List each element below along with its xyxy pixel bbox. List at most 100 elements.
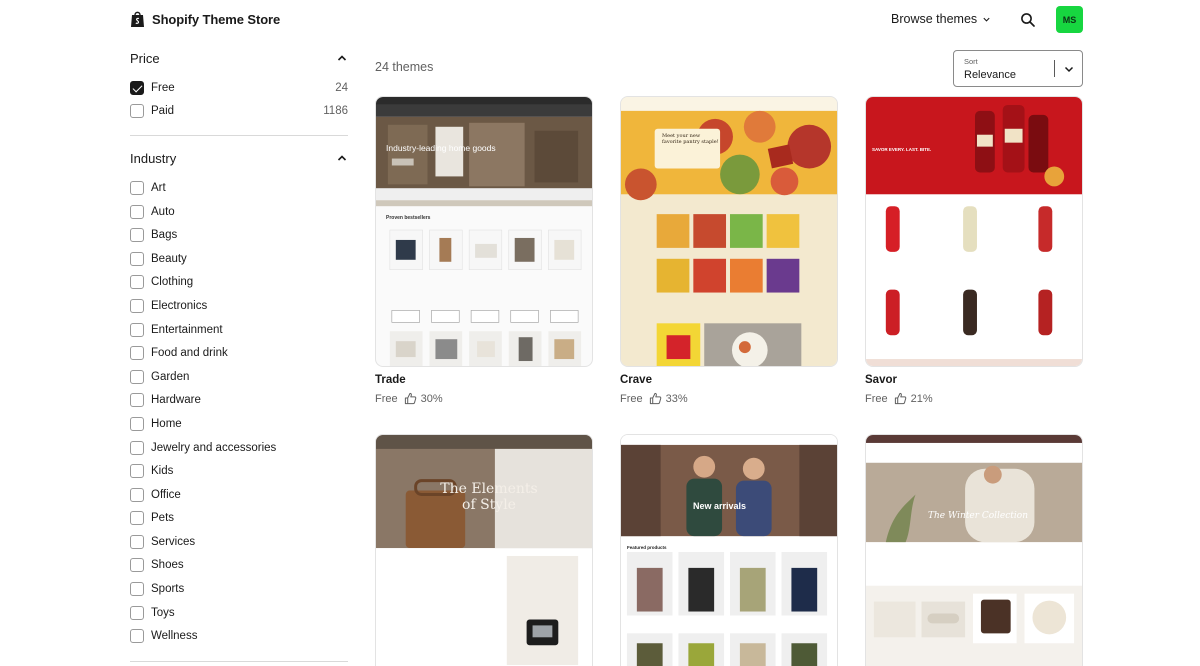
checkbox-sports[interactable] (130, 582, 144, 597)
checkbox-clothing[interactable] (130, 275, 144, 290)
filter-option-beauty[interactable]: Beauty (130, 247, 348, 271)
theme-card-savor[interactable]: SAVOR EVERY. LAST. BITE. Savor Free 21% (865, 96, 1083, 405)
filter-option-kids[interactable]: Kids (130, 459, 348, 483)
chevron-up-icon (337, 155, 347, 161)
theme-card-6[interactable]: The Winter Collection (865, 434, 1083, 666)
theme-preview[interactable]: SAVOR EVERY. LAST. BITE. (865, 96, 1083, 367)
browse-themes-dropdown[interactable]: Browse themes (891, 12, 991, 26)
preview-section-title: Featured products (627, 545, 667, 550)
theme-preview[interactable]: Meet your new favorite pantry staple! (620, 96, 838, 367)
filter-option-label: Garden (151, 370, 190, 383)
theme-name[interactable]: Crave (620, 374, 838, 386)
filter-option-label: Toys (151, 606, 175, 619)
filter-option-entertainment[interactable]: Entertainment (130, 318, 348, 342)
filter-option-hardware[interactable]: Hardware (130, 389, 348, 413)
thumbs-up-icon (649, 392, 661, 405)
filter-option-electronics[interactable]: Electronics (130, 294, 348, 318)
sort-select[interactable]: Sort Relevance (953, 50, 1083, 87)
checkbox-auto[interactable] (130, 204, 144, 219)
filter-option-garden[interactable]: Garden (130, 365, 348, 389)
theme-preview[interactable]: Industry-leading home goods Proven bests… (375, 96, 593, 367)
preview-headline: The Winter Collection (928, 511, 1028, 521)
filter-option-food-and-drink[interactable]: Food and drink (130, 341, 348, 365)
filter-option-label: Art (151, 181, 166, 194)
filter-option-label: Wellness (151, 630, 198, 643)
filter-option-paid[interactable]: Paid 1186 (130, 100, 348, 124)
theme-name[interactable]: Trade (375, 374, 593, 386)
filter-option-label: Electronics (151, 299, 208, 312)
theme-name[interactable]: Savor (865, 374, 1083, 386)
filter-option-label: Pets (151, 512, 175, 525)
price-filter-header[interactable]: Price (130, 40, 348, 76)
preview-headline: The Elements of Style (440, 481, 538, 513)
filter-option-wellness[interactable]: Wellness (130, 624, 348, 648)
checkbox-free[interactable] (130, 80, 144, 95)
checkbox-entertainment[interactable] (130, 322, 144, 337)
filter-option-auto[interactable]: Auto (130, 200, 348, 224)
filter-option-jewelry-and-accessories[interactable]: Jewelry and accessories (130, 436, 348, 460)
winter-preview-image (866, 435, 1082, 666)
preview-headline: New arrivals (693, 501, 747, 511)
checkbox-beauty[interactable] (130, 251, 144, 266)
new-arrivals-preview-image (621, 435, 837, 666)
filter-option-label: Jewelry and accessories (151, 441, 277, 454)
user-avatar[interactable]: MS (1056, 6, 1083, 33)
filter-option-sports[interactable]: Sports (130, 577, 348, 601)
filter-option-shoes[interactable]: Shoes (130, 554, 348, 578)
filter-option-label: Hardware (151, 394, 201, 407)
industry-filter-header[interactable]: Industry (130, 140, 348, 176)
checkbox-pets[interactable] (130, 511, 144, 526)
theme-preview[interactable]: The Winter Collection (865, 434, 1083, 666)
checkbox-paid[interactable] (130, 104, 144, 119)
checkbox-electronics[interactable] (130, 298, 144, 313)
checkbox-toys[interactable] (130, 605, 144, 620)
theme-preview[interactable]: New arrivals Featured products (620, 434, 838, 666)
checkbox-hardware[interactable] (130, 393, 144, 408)
filter-option-office[interactable]: Office (130, 483, 348, 507)
filter-option-label: Entertainment (151, 323, 223, 336)
trade-preview-image (376, 97, 592, 366)
price-filter-options: Free 24 Paid 1186 (130, 76, 348, 123)
filter-option-label: Auto (151, 205, 175, 218)
filter-option-clothing[interactable]: Clothing (130, 271, 348, 295)
checkbox-services[interactable] (130, 534, 144, 549)
checkbox-art[interactable] (130, 180, 144, 195)
filter-option-services[interactable]: Services (130, 530, 348, 554)
checkbox-wellness[interactable] (130, 629, 144, 644)
filter-option-toys[interactable]: Toys (130, 601, 348, 625)
checkbox-bags[interactable] (130, 228, 144, 243)
filter-option-label: Home (151, 417, 182, 430)
checkbox-garden[interactable] (130, 369, 144, 384)
filter-option-free[interactable]: Free 24 (130, 76, 348, 100)
brand-logo-link[interactable]: Shopify Theme Store (130, 10, 280, 28)
top-header: Shopify Theme Store Browse themes MS (0, 0, 1200, 40)
checkbox-home[interactable] (130, 416, 144, 431)
sort-label: Sort (964, 57, 978, 66)
filter-option-home[interactable]: Home (130, 412, 348, 436)
checkbox-office[interactable] (130, 487, 144, 502)
checkbox-food-and-drink[interactable] (130, 346, 144, 361)
filter-option-label: Food and drink (151, 347, 228, 360)
theme-card-trade[interactable]: Industry-leading home goods Proven bests… (375, 96, 593, 405)
checkbox-kids[interactable] (130, 464, 144, 479)
checkbox-jewelry-and-accessories[interactable] (130, 440, 144, 455)
filter-option-bags[interactable]: Bags (130, 223, 348, 247)
theme-price: Free (620, 392, 643, 405)
theme-meta: Free 21% (865, 392, 1083, 405)
thumbs-up-icon (894, 392, 906, 405)
checkbox-shoes[interactable] (130, 558, 144, 573)
filter-option-count: 24 (335, 81, 348, 94)
chevron-down-icon (983, 17, 990, 22)
theme-card-4[interactable]: The Elements of Style (375, 434, 593, 666)
filter-option-art[interactable]: Art (130, 176, 348, 200)
industry-filter-title: Industry (130, 150, 177, 166)
theme-preview[interactable]: The Elements of Style (375, 434, 593, 666)
theme-rating: 33% (665, 392, 688, 405)
filter-option-label: Shoes (151, 559, 184, 572)
theme-card-crave[interactable]: Meet your new favorite pantry staple! Cr… (620, 96, 838, 405)
theme-card-5[interactable]: New arrivals Featured products (620, 434, 838, 666)
theme-rating: 21% (910, 392, 933, 405)
search-icon[interactable] (1020, 12, 1036, 28)
filter-option-pets[interactable]: Pets (130, 507, 348, 531)
filter-option-count: 1186 (323, 105, 348, 118)
